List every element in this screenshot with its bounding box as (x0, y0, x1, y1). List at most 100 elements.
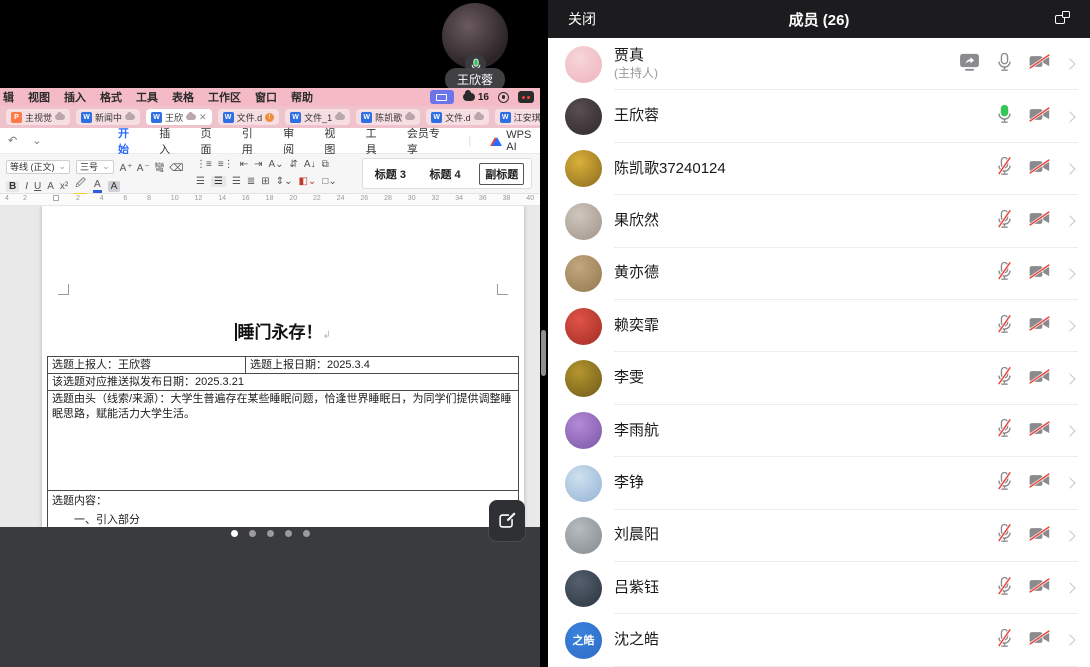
style-item-标题 3[interactable]: 标题 3 (370, 164, 411, 184)
annotation-tool-button[interactable] (489, 500, 525, 541)
menubar-item-格式[interactable]: 格式 (100, 89, 122, 105)
camera-off-icon[interactable] (1029, 369, 1050, 389)
indent-marker[interactable] (53, 195, 59, 201)
chevron-right-icon[interactable] (1064, 582, 1075, 593)
member-name-block: 李铮 (614, 474, 644, 493)
chevron-right-icon[interactable] (1064, 268, 1075, 279)
camera-off-icon[interactable] (1029, 54, 1050, 74)
mic-on-icon[interactable] (996, 52, 1013, 77)
member-list-scrollbar[interactable] (541, 330, 546, 376)
mic-muted-icon[interactable] (996, 314, 1013, 339)
menubar-item-帮助[interactable]: 帮助 (291, 89, 313, 105)
member-name-block: 沈之皓 (614, 631, 659, 650)
font-color-button[interactable]: A (93, 179, 102, 193)
text-cursor (235, 323, 237, 341)
menubar-status-icons: 16 (430, 90, 534, 104)
char-shading-button[interactable]: A (108, 181, 121, 192)
menubar-item-工作区[interactable]: 工作区 (208, 89, 241, 105)
camera-off-icon[interactable] (1029, 630, 1050, 650)
record-icon[interactable] (498, 92, 509, 103)
member-row[interactable]: 贾真(主持人) (548, 38, 1090, 90)
menubar-item-辑[interactable]: 辑 (3, 89, 14, 105)
member-row[interactable]: 李铮 (548, 457, 1090, 509)
member-row[interactable]: 陈凯歌37240124 (548, 143, 1090, 195)
highlight-color-button[interactable]: 🖉 (74, 176, 87, 196)
italic-button[interactable]: I (25, 181, 28, 192)
mic-muted-icon[interactable] (996, 576, 1013, 601)
doc-tab[interactable]: W江安琪 (495, 109, 540, 125)
member-row[interactable]: 黄亦德 (548, 248, 1090, 300)
mic-muted-icon[interactable] (996, 523, 1013, 548)
undo-redo-icons[interactable]: ↶ ⌄ (8, 134, 48, 147)
members-panel: 关闭 成员 (26) 贾真(主持人)王欣蓉陈凯歌37240124果欣然黄亦德赖奕… (548, 0, 1090, 667)
chevron-right-icon[interactable] (1064, 59, 1075, 70)
member-row[interactable]: 李雯 (548, 352, 1090, 404)
camera-off-icon[interactable] (1029, 578, 1050, 598)
chevron-right-icon[interactable] (1064, 111, 1075, 122)
paragraph-icons-row1[interactable]: ⋮≡≡⋮⇤⇥A⌄⇵A↓⧉ (196, 159, 329, 170)
ruler-number: 12 (195, 195, 203, 202)
underline-button[interactable]: U (34, 181, 41, 192)
mic-muted-icon[interactable] (996, 156, 1013, 181)
camera-off-icon[interactable] (1029, 107, 1050, 127)
camera-off-icon[interactable] (1029, 159, 1050, 179)
chevron-right-icon[interactable] (1064, 530, 1075, 541)
menubar-item-窗口[interactable]: 窗口 (255, 89, 277, 105)
mic-muted-icon[interactable] (996, 628, 1013, 653)
menubar-item-表格[interactable]: 表格 (172, 89, 194, 105)
doc-tab-label: 文件.d (445, 111, 471, 124)
member-name-block: 李雯 (614, 369, 644, 388)
doc-tab[interactable]: P主视觉 (6, 109, 70, 125)
font-size-select[interactable]: 三号⌄ (76, 160, 114, 174)
chevron-right-icon[interactable] (1064, 373, 1075, 384)
camera-off-icon[interactable] (1029, 264, 1050, 284)
member-row[interactable]: 吕紫钰 (548, 562, 1090, 614)
close-button[interactable]: 关闭 (568, 9, 596, 29)
mic-muted-icon[interactable] (996, 209, 1013, 234)
strike-button[interactable]: A (47, 181, 54, 192)
chevron-right-icon[interactable] (1064, 478, 1075, 489)
member-name: 贾真 (614, 47, 658, 66)
member-row[interactable]: 王欣蓉 (548, 90, 1090, 142)
camera-off-icon[interactable] (1029, 316, 1050, 336)
wps-ai-button[interactable]: WPS AI (492, 129, 540, 153)
sync-alert-icon: ! (265, 113, 274, 122)
chevron-right-icon[interactable] (1064, 320, 1075, 331)
chevron-right-icon[interactable] (1064, 163, 1075, 174)
superscript-button[interactable]: x² (60, 181, 68, 192)
member-row[interactable]: 之皓沈之皓 (548, 614, 1090, 666)
document-page[interactable]: 睡门永存！↲ ⠿ 选题上报人：王欣蓉 选题上报日期：2025.3.4 该选题对应… (42, 206, 524, 565)
popout-window-icon[interactable] (1055, 11, 1070, 24)
doc-tab-label: 江安琪 (514, 111, 540, 124)
camera-off-icon[interactable] (1029, 211, 1050, 231)
mic-muted-icon[interactable] (996, 418, 1013, 443)
bold-button[interactable]: B (6, 181, 19, 192)
font-name-select[interactable]: 等线 (正文)⌄ (6, 160, 70, 174)
member-row[interactable]: 刘晨阳 (548, 510, 1090, 562)
mic-muted-icon[interactable] (996, 471, 1013, 496)
member-row[interactable]: 果欣然 (548, 195, 1090, 247)
chevron-right-icon[interactable] (1064, 635, 1075, 646)
mic-active-icon[interactable] (996, 104, 1013, 129)
chevron-right-icon[interactable] (1064, 216, 1075, 227)
ruler-number: 16 (242, 195, 250, 202)
camera-off-icon[interactable] (1029, 473, 1050, 493)
screen-share-pane: 王欣蓉 辑视图插入格式工具表格工作区窗口帮助 16 P主视觉W新闻中W王欣✕W文… (0, 0, 540, 667)
style-item-副标题[interactable]: 副标题 (479, 163, 524, 185)
camera-off-icon[interactable] (1029, 421, 1050, 441)
style-item-标题 4[interactable]: 标题 4 (424, 164, 465, 184)
font-grow-shrink-icons[interactable]: A⁺ A⁻ 彎 ⌫ (120, 159, 185, 174)
member-row[interactable]: 赖奕霏 (548, 300, 1090, 352)
menubar-item-插入[interactable]: 插入 (64, 89, 86, 105)
chevron-right-icon[interactable] (1064, 425, 1075, 436)
menubar-item-工具[interactable]: 工具 (136, 89, 158, 105)
paragraph-icons-row2[interactable]: ☰☰☰≣⊞⇕⌄◧⌄□⌄ (196, 176, 337, 187)
screen-sharing-icon (959, 53, 980, 76)
menubar-item-视图[interactable]: 视图 (28, 89, 50, 105)
member-avatar (565, 360, 602, 397)
mic-muted-icon[interactable] (996, 366, 1013, 391)
member-row[interactable]: 李雨航 (548, 405, 1090, 457)
screen-share-indicator-icon[interactable] (430, 90, 454, 104)
mic-muted-icon[interactable] (996, 261, 1013, 286)
camera-off-icon[interactable] (1029, 526, 1050, 546)
